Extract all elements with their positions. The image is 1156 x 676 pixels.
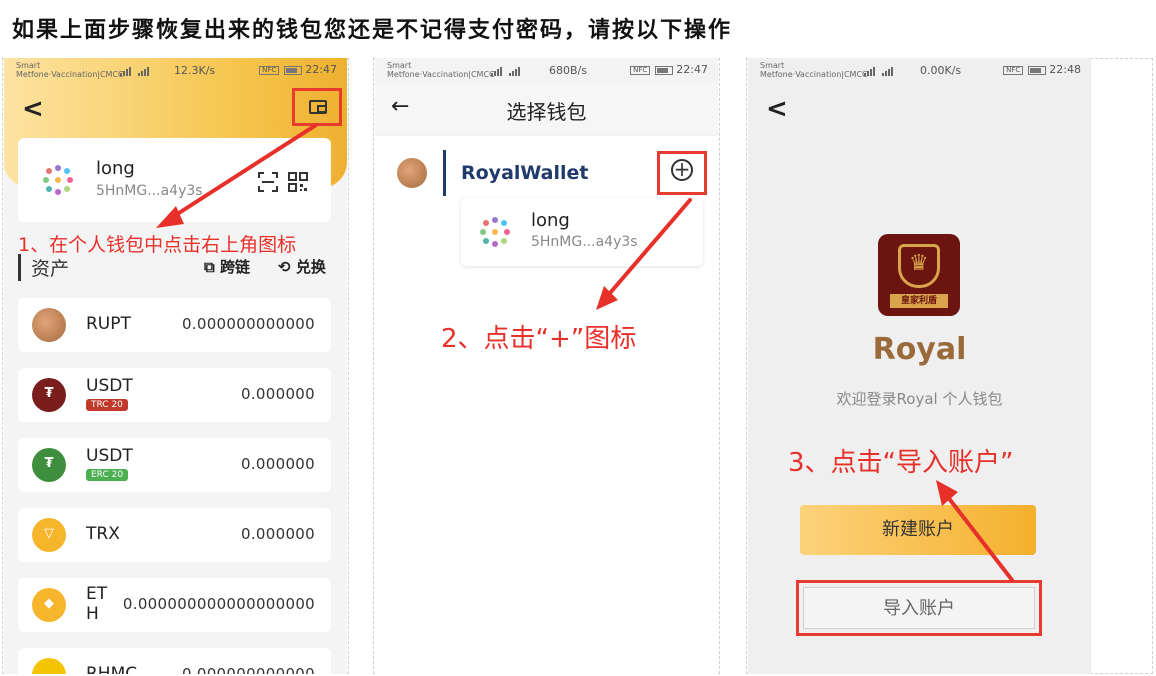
network-speed: 680B/s: [549, 64, 587, 77]
logo-banner: 皇家利盾: [890, 294, 948, 308]
asset-amount: 0.000000: [241, 385, 315, 403]
status-bar: Smart Metfone·Vaccination|CMCC 0.00K/s N…: [748, 58, 1091, 82]
plus-circle-icon: +: [671, 159, 693, 181]
brand-name: Royal: [872, 332, 967, 367]
asset-symbol: ET H: [86, 584, 108, 624]
carrier-label: Smart Metfone·Vaccination|CMCC: [387, 61, 495, 79]
bridge-icon: ⧉: [204, 258, 215, 276]
carrier-label: Smart Metfone·Vaccination|CMCC: [16, 61, 124, 79]
select-wallet-title: 选择钱包: [506, 100, 587, 124]
asset-row[interactable]: ◆ ET H 0.000000000000000000: [18, 578, 331, 632]
nfc-icon: NFC: [630, 65, 651, 75]
signal-icon: [509, 66, 523, 76]
qr-code-icon[interactable]: [288, 172, 308, 192]
asset-amount: 0.000000000000: [181, 665, 315, 674]
wallet-switch-button[interactable]: [292, 88, 342, 126]
usdt-trc20-icon: ₮: [32, 378, 66, 412]
asset-amount: 0.000000: [241, 525, 315, 543]
rupt-coin-icon: [32, 308, 66, 342]
assets-title: 资产: [18, 254, 69, 281]
avatar: [477, 214, 513, 250]
asset-symbol: USDT: [86, 446, 133, 466]
battery-icon: [655, 65, 674, 75]
clock: 22:48: [1049, 63, 1081, 76]
asset-symbol: RHMC: [86, 664, 138, 674]
rhmc-coin-icon: [32, 658, 66, 674]
signal-icon: [864, 66, 878, 76]
usdt-erc20-icon: ₮: [32, 448, 66, 482]
screen-select-wallet: Smart Metfone·Vaccination|CMCC 680B/s NF…: [375, 58, 718, 674]
battery-icon: [284, 65, 303, 75]
status-bar: Smart Metfone·Vaccination|CMCC 680B/s NF…: [375, 58, 718, 82]
page-title: 如果上面步骤恢复出来的钱包您还是不记得支付密码，请按以下操作: [12, 18, 733, 43]
status-bar: Smart Metfone·Vaccination|CMCC 12.3K/s N…: [4, 58, 347, 82]
account-address: 5HnMG...a4y3s: [531, 234, 638, 250]
welcome-text: 欢迎登录Royal 个人钱包: [836, 390, 1003, 408]
scan-icon[interactable]: [258, 172, 278, 192]
chain-badge: TRC 20: [86, 399, 128, 411]
chain-badge: ERC 20: [86, 469, 129, 481]
step-3-note: 3、点击“导入账户”: [788, 448, 1014, 478]
create-account-button[interactable]: 新建账户: [800, 505, 1036, 555]
signal-icon: [882, 66, 896, 76]
network-speed: 0.00K/s: [920, 64, 962, 77]
account-card[interactable]: long 5HnMG...a4y3s: [461, 198, 703, 266]
screen-login: Smart Metfone·Vaccination|CMCC 0.00K/s N…: [748, 58, 1091, 674]
import-highlight: 导入账户: [796, 580, 1042, 636]
eth-coin-icon: ◆: [32, 588, 66, 622]
nfc-icon: NFC: [1003, 65, 1024, 75]
trx-coin-icon: ▽: [32, 518, 66, 552]
asset-symbol: TRX: [86, 524, 120, 544]
asset-row[interactable]: ▽ TRX 0.000000: [18, 508, 331, 562]
screen-wallet: Smart Metfone·Vaccination|CMCC 12.3K/s N…: [4, 58, 347, 674]
status-right: NFC 22:47: [259, 64, 337, 75]
step-1-note: 1、在个人钱包中点击右上角图标: [18, 234, 297, 256]
account-card[interactable]: long 5HnMG...a4y3s: [18, 138, 331, 222]
swap-icon: ⟲: [278, 258, 291, 276]
asset-amount: 0.000000000000000000: [122, 595, 315, 613]
clock: 22:47: [676, 63, 708, 76]
avatar: [40, 162, 76, 198]
account-address: 5HnMG...a4y3s: [96, 183, 203, 199]
status-right: NFC 22:48: [1003, 64, 1081, 75]
battery-icon: [1028, 65, 1047, 75]
nfc-icon: NFC: [259, 65, 280, 75]
add-wallet-button[interactable]: +: [657, 151, 707, 195]
crown-crest-icon: [898, 244, 940, 288]
asset-row[interactable]: ₮ USDT ERC 20 0.000000: [18, 438, 331, 492]
swap-label: 兑换: [295, 258, 326, 276]
signal-icon: [138, 66, 152, 76]
asset-symbol: RUPT: [86, 314, 131, 334]
signal-icon: [120, 66, 134, 76]
royal-logo: 皇家利盾: [878, 234, 960, 316]
asset-row[interactable]: RUPT 0.000000000000: [18, 298, 331, 352]
wallet-name: RoyalWallet: [461, 162, 589, 184]
network-speed: 12.3K/s: [174, 64, 216, 77]
signal-icon: [491, 66, 505, 76]
carrier-label: Smart Metfone·Vaccination|CMCC: [760, 61, 868, 79]
asset-amount: 0.000000: [241, 455, 315, 473]
import-account-button[interactable]: 导入账户: [803, 587, 1035, 629]
cross-chain-label: 跨链: [219, 258, 250, 276]
step-2-note: 2、点击“+”图标: [441, 324, 637, 354]
asset-row[interactable]: RHMC 0.000000000000: [18, 648, 331, 674]
royal-coin-icon[interactable]: [397, 158, 427, 188]
cross-chain-link[interactable]: ⧉ 跨链: [204, 256, 250, 277]
asset-symbol: USDT: [86, 376, 133, 396]
asset-row[interactable]: ₮ USDT TRC 20 0.000000: [18, 368, 331, 422]
back-arrow-icon[interactable]: <: [22, 94, 44, 124]
account-name: long: [96, 158, 135, 179]
status-right: NFC 22:47: [630, 64, 708, 75]
asset-amount: 0.000000000000: [181, 315, 315, 333]
swap-link[interactable]: ⟲ 兑换: [278, 256, 326, 277]
wallet-icon: [309, 100, 327, 114]
selected-indicator: [443, 150, 446, 196]
account-name: long: [531, 210, 570, 231]
back-arrow-icon[interactable]: <: [766, 94, 788, 124]
clock: 22:47: [305, 63, 337, 76]
